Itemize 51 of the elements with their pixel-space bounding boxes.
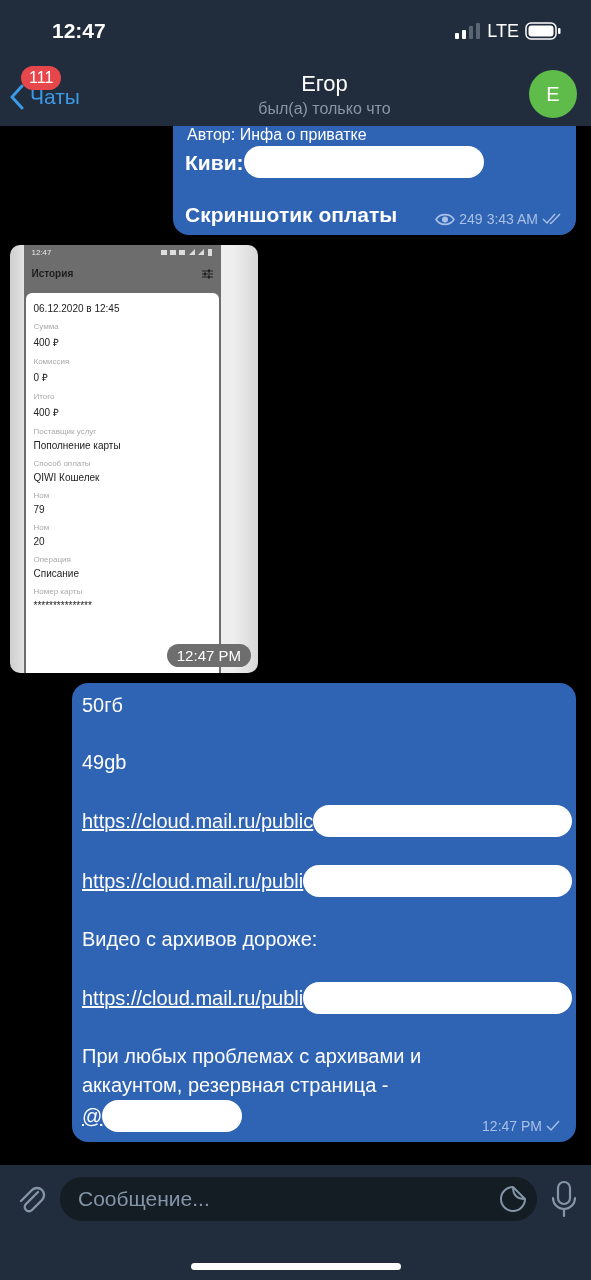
field-label: Поставщик услуг (33, 427, 98, 436)
message-link[interactable]: https://cloud.mail.ru/publi (82, 983, 304, 1013)
status-time: 12:47 (52, 19, 106, 43)
field-value: Списание (33, 568, 80, 579)
message-link[interactable]: @ (82, 1101, 103, 1131)
field-value: 79 (33, 504, 46, 515)
eye-icon (435, 212, 456, 226)
message-text: 49gb (82, 750, 127, 775)
field-label: Номер карты (33, 587, 84, 596)
field-value: Пополнение карты (33, 440, 122, 451)
message-time: 3:43 AM (486, 211, 538, 227)
field-value: 400 ₽ (33, 406, 60, 419)
field-label: Сумма (33, 322, 60, 331)
message-time: 12:47 PM (482, 1118, 542, 1134)
field-value: QIWI Кошелек (33, 472, 101, 483)
field-label: Способ оплаты (33, 459, 92, 468)
network-label: LTE (487, 20, 519, 42)
chat-title: Егор (301, 70, 348, 97)
screenshot-date: 06.12.2020 в 12:45 (33, 303, 121, 314)
field-label: Комиссия (33, 357, 71, 366)
message-input[interactable]: Сообщение... (60, 1177, 537, 1221)
filter-icon (201, 268, 213, 279)
field-label: Ном (33, 523, 51, 532)
battery-icon (525, 22, 561, 40)
message-text: Видео с архивов дороже: (82, 927, 318, 952)
message-text: Скриншотик оплаты (185, 202, 398, 228)
message-link[interactable]: https://cloud.mail.ru/publi (82, 866, 304, 896)
field-value: 20 (33, 536, 46, 547)
message-text: При любых проблемах с архивами и аккаунтом, резервная страница - (82, 1044, 423, 1098)
message-text: Киви: (185, 149, 244, 176)
message-link[interactable]: https://cloud.mail.ru/public (82, 806, 314, 836)
message-text: 50гб (82, 693, 123, 718)
forward-author: Автор: Инфа о приватке (186, 126, 368, 144)
field-value: 400 ₽ (33, 336, 60, 349)
message-time: 12:47 PM (166, 644, 251, 667)
field-value: 0 ₽ (33, 371, 49, 384)
last-seen-status: был(а) только что (258, 99, 391, 118)
view-count: 249 (459, 211, 483, 227)
screenshot-title: История (31, 268, 74, 279)
status-icons (160, 249, 213, 256)
screenshot-image[interactable]: 12:47 История 06.12.2020 в 12:45 Сумма 400 ₽ Комиссия 0 ₽ Итого 400 ₽ Поставщик услуг Пополнение карты Способ оплаты QIWI Кошелек Ном 79 Ном 20 Операция Списание Номер карты *************** 12:47 PM (10, 245, 258, 673)
field-label: Операция (33, 555, 72, 564)
signal-icon (455, 23, 482, 39)
field-label: Итого (33, 392, 56, 401)
screenshot-time: 12:47 (31, 248, 52, 257)
field-label: Ном (33, 491, 51, 500)
unread-badge: 111 (21, 66, 62, 90)
field-value: *************** (33, 600, 93, 611)
sticker-icon[interactable] (499, 1185, 527, 1213)
back-chevron-icon (10, 84, 24, 110)
microphone-icon[interactable] (551, 1180, 577, 1218)
